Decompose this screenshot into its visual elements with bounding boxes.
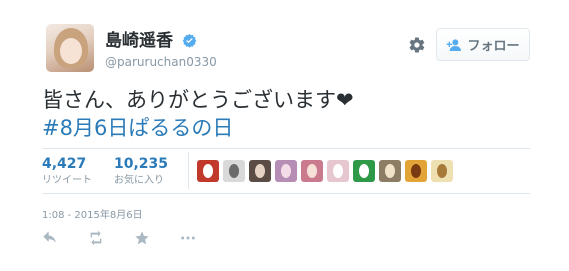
tweet-text-line1: 皆さん、ありがとうございます bbox=[42, 88, 336, 112]
avatar-8[interactable] bbox=[379, 160, 401, 182]
favoriter-avatars bbox=[197, 160, 453, 182]
follow-button[interactable]: フォロー bbox=[436, 28, 530, 61]
avatar-3-figure bbox=[255, 164, 265, 178]
more-icon[interactable] bbox=[180, 230, 196, 246]
heart-emoji: ❤ bbox=[336, 88, 354, 112]
avatar-5[interactable] bbox=[301, 160, 323, 182]
avatar-10[interactable] bbox=[431, 160, 453, 182]
avatar-6[interactable] bbox=[327, 160, 349, 182]
divider-bottom bbox=[42, 193, 530, 194]
tweet-actions bbox=[42, 230, 196, 246]
avatar-8-figure bbox=[385, 164, 395, 178]
avatar-9[interactable] bbox=[405, 160, 427, 182]
avatar-1-figure bbox=[203, 164, 213, 178]
star-icon[interactable] bbox=[134, 230, 150, 246]
add-user-icon bbox=[447, 38, 462, 51]
avatar-6-figure bbox=[333, 164, 343, 178]
display-name[interactable]: 島崎遥香 bbox=[105, 31, 173, 51]
follow-button-label: フォロー bbox=[467, 39, 520, 54]
avatar-7-figure bbox=[359, 164, 369, 178]
avatar-7[interactable] bbox=[353, 160, 375, 182]
avatar-10-figure bbox=[437, 164, 447, 178]
reply-icon[interactable] bbox=[42, 230, 58, 246]
avatar-3[interactable] bbox=[249, 160, 271, 182]
avatar-4[interactable] bbox=[275, 160, 297, 182]
divider-top bbox=[42, 148, 530, 149]
retweet-label: リツイート bbox=[42, 175, 92, 186]
stats-separator bbox=[188, 152, 189, 189]
avatar-face bbox=[60, 38, 82, 64]
verified-badge-icon bbox=[182, 33, 197, 48]
favorite-label: お気に入り bbox=[114, 175, 164, 186]
favorite-stat[interactable]: 10,235 お気に入り bbox=[114, 156, 168, 187]
avatar[interactable] bbox=[46, 24, 94, 72]
avatar-9-figure bbox=[411, 164, 421, 178]
avatar-1[interactable] bbox=[197, 160, 219, 182]
user-info: 島崎遥香 @paruruchan0330 bbox=[105, 30, 217, 69]
gear-icon[interactable] bbox=[408, 36, 426, 54]
hashtag-link[interactable]: #8月6日ぱるるの日 bbox=[42, 114, 354, 142]
retweet-icon[interactable] bbox=[88, 230, 104, 246]
avatar-4-figure bbox=[281, 164, 291, 178]
tweet-text: 皆さん、ありがとうございます❤ #8月6日ぱるるの日 bbox=[42, 86, 354, 142]
tweet-card: 島崎遥香 @paruruchan0330 フォロー 皆さん、ありがとうございます… bbox=[0, 0, 569, 271]
favorite-count: 10,235 bbox=[114, 156, 169, 172]
avatar-5-figure bbox=[307, 164, 317, 178]
retweet-count: 4,427 bbox=[42, 156, 87, 172]
avatar-2[interactable] bbox=[223, 160, 245, 182]
user-handle[interactable]: @paruruchan0330 bbox=[105, 55, 217, 69]
tweet-timestamp[interactable]: 1:08 - 2015年8月6日 bbox=[42, 206, 143, 221]
avatar-2-figure bbox=[229, 164, 239, 178]
retweet-stat[interactable]: 4,427 リツイート bbox=[42, 156, 92, 187]
